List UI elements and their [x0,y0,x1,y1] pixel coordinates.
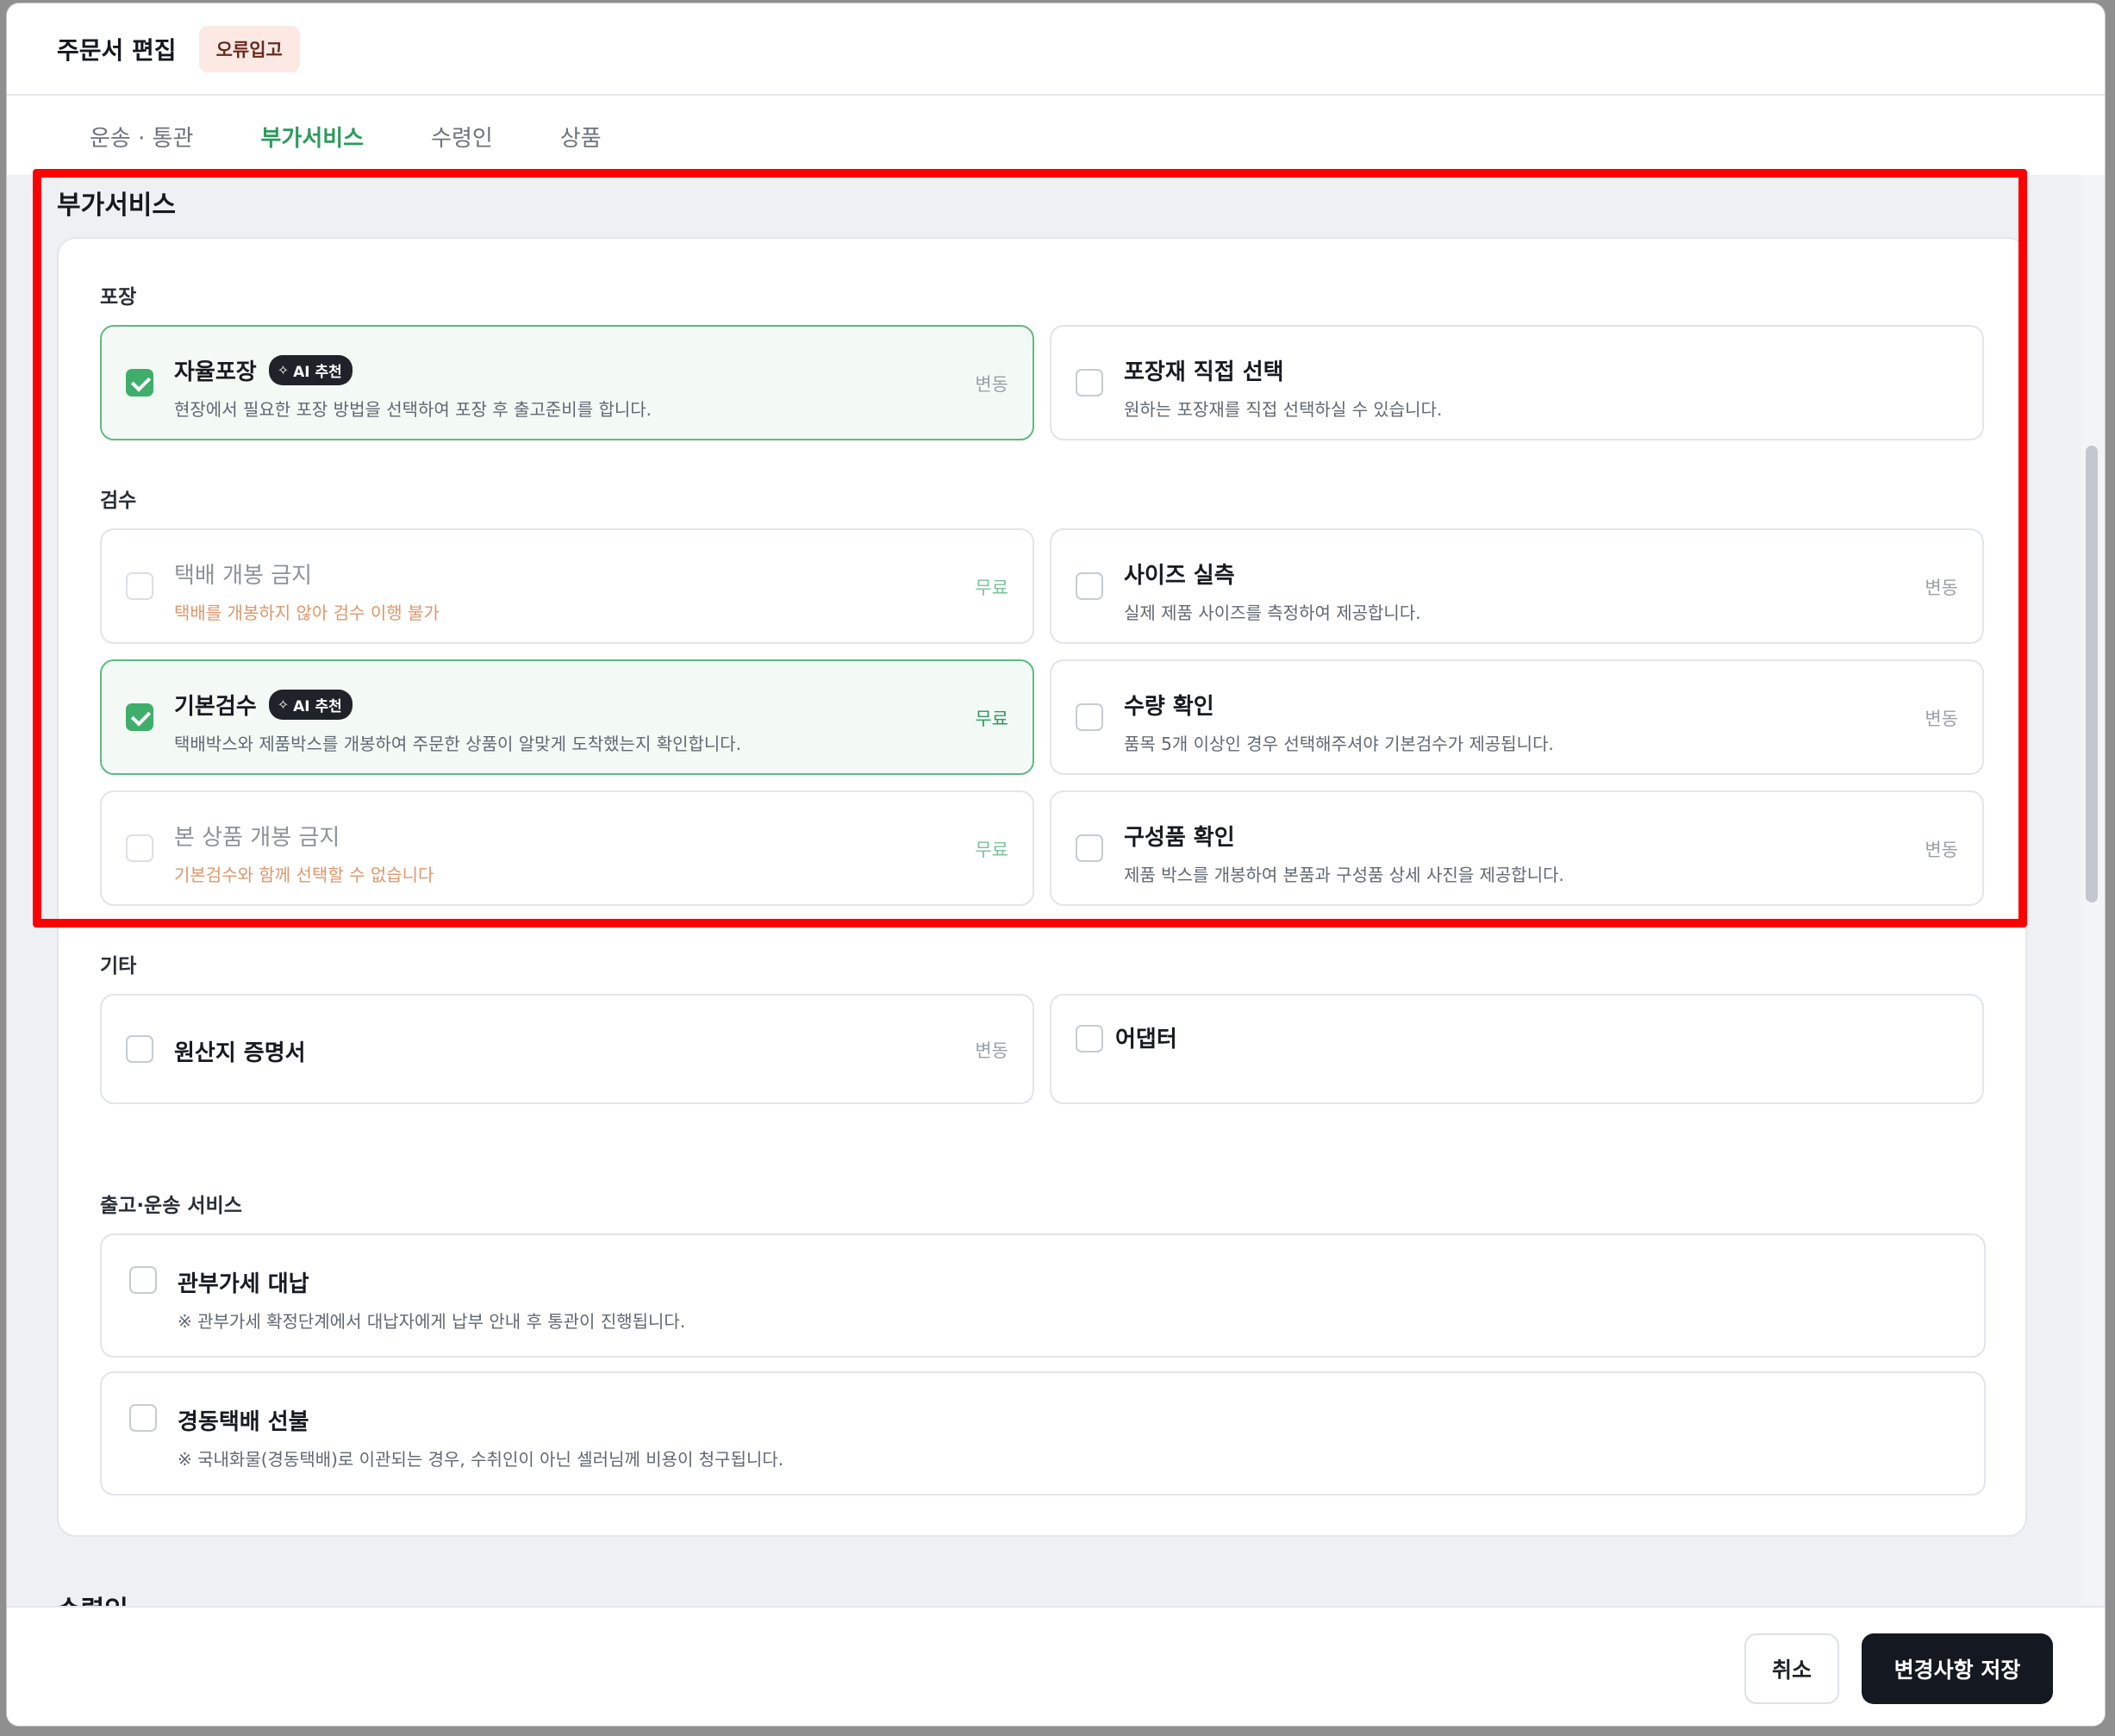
price-label: 변동 [1925,840,1958,860]
checkbox-checked[interactable] [126,369,153,397]
price-label: 변동 [975,1040,1008,1061]
option-no-product-opening[interactable]: 본 상품 개봉 금지 기본검수와 함께 선택할 수 없습니다 무료 [100,790,1034,906]
option-self-packing[interactable]: 자율포장 ✧ AI 추천 현장에서 필요한 포장 방법을 선택하여 포장 후 출고… [100,325,1034,440]
checkbox[interactable] [129,1266,157,1294]
option-desc: ※ 관부가세 확정단계에서 대납자에게 납부 안내 후 통관이 진행됩니다. [178,1311,686,1332]
option-title: 구성품 확인 [1124,825,1235,851]
checkbox[interactable] [1076,703,1103,731]
price-label: 변동 [975,374,1008,395]
option-title: 포장재 직접 선택 [1124,359,1284,385]
ai-recommend-badge: ✧ AI 추천 [268,690,352,720]
option-duty-prepayment[interactable]: 관부가세 대납 ※ 관부가세 확정단계에서 대납자에게 납부 안내 후 통관이 … [100,1233,1986,1358]
scroll-content[interactable]: 부가서비스 포장 자율포장 ✧ AI 추천 현장에서 필요한 포장 방법을 선택하… [7,175,2081,1606]
option-warning: 택배를 개봉하지 않아 검수 이행 불가 [174,603,440,623]
tab-recipient[interactable]: 수령인 [431,121,493,153]
option-title: 원산지 증명서 [174,1040,306,1066]
option-desc: ※ 국내화물(경동택배)로 이관되는 경우, 수취인이 아닌 셀러님께 비용이 … [178,1449,784,1470]
checkbox[interactable] [1076,1025,1103,1052]
price-label: 변동 [1925,709,1958,729]
option-title-text: 기본검수 [174,694,257,720]
checkbox[interactable] [126,1035,153,1063]
group-label-inspection: 검수 [100,490,137,512]
option-title: 어댑터 [1115,1027,1177,1052]
option-select-packing-material[interactable]: 포장재 직접 선택 원하는 포장재를 직접 선택하실 수 있습니다. [1050,325,1984,440]
option-desc: 품목 5개 이상인 경우 선택해주셔야 기본검수가 제공됩니다. [1124,734,1554,754]
option-desc: 원하는 포장재를 직접 선택하실 수 있습니다. [1124,399,1443,420]
ai-recommend-badge: ✧ AI 추천 [268,355,352,385]
checkbox[interactable] [1076,834,1103,862]
option-title: 수량 확인 [1124,694,1214,720]
checkbox[interactable] [126,834,153,862]
checkbox[interactable] [129,1404,157,1432]
group-label-other: 기타 [100,955,137,977]
scrollbar[interactable] [2081,175,2105,1606]
option-desc: 택배박스와 제품박스를 개봉하여 주문한 상품이 알맞게 도착했는지 확인합니다… [174,734,742,754]
checkbox[interactable] [1076,572,1103,600]
tab-bar: 운송 · 통관 부가서비스 수령인 상품 [7,97,2105,175]
cancel-button[interactable]: 취소 [1744,1633,1839,1704]
price-label: 무료 [975,709,1008,729]
option-kyungdong-prepaid[interactable]: 경동택배 선불 ※ 국내화물(경동택배)로 이관되는 경우, 수취인이 아닌 셀… [100,1371,1986,1496]
option-size-measure[interactable]: 사이즈 실측 실제 제품 사이즈를 측정하여 제공합니다. 변동 [1050,528,1984,644]
ai-badge-text: AI 추천 [293,698,342,715]
option-desc: 실제 제품 사이즈를 측정하여 제공합니다. [1124,603,1421,623]
modal-header: 주문서 편집 오류입고 [7,3,2105,96]
price-label: 변동 [1925,578,1958,598]
sparkle-icon: ✧ [277,362,290,378]
option-basic-inspection[interactable]: 기본검수 ✧ AI 추천 택배박스와 제품박스를 개봉하여 주문한 상품이 알맞게… [100,659,1034,775]
tab-additional-services[interactable]: 부가서비스 [260,121,364,153]
status-badge: 오류입고 [198,25,300,72]
save-changes-button[interactable]: 변경사항 저장 [1862,1633,2053,1704]
additional-services-card: 포장 자율포장 ✧ AI 추천 현장에서 필요한 포장 방법을 선택하여 포장 후… [57,237,2027,1537]
ai-badge-text: AI 추천 [293,364,342,381]
group-label-packing: 포장 [100,286,137,309]
price-label: 무료 [975,840,1008,860]
option-title: 택배 개봉 금지 [174,563,313,589]
option-component-check[interactable]: 구성품 확인 제품 박스를 개봉하여 본품과 구성품 상세 사진을 제공합니다.… [1050,790,1984,906]
option-quantity-check[interactable]: 수량 확인 품목 5개 이상인 경우 선택해주셔야 기본검수가 제공됩니다. 변… [1050,659,1984,775]
tab-shipping-customs[interactable]: 운송 · 통관 [90,121,193,153]
option-title: 관부가세 대납 [178,1271,309,1297]
checkbox[interactable] [1076,369,1103,397]
option-title: 경동택배 선불 [178,1409,309,1435]
modal-title: 주문서 편집 [57,35,177,65]
option-certificate-of-origin[interactable]: 원산지 증명서 변동 [100,994,1034,1104]
checkbox-checked[interactable] [126,703,153,731]
option-title: 본 상품 개봉 금지 [174,825,340,851]
order-edit-modal: 주문서 편집 오류입고 운송 · 통관 부가서비스 수령인 상품 부가서비스 포… [7,3,2105,1726]
option-desc: 현장에서 필요한 포장 방법을 선택하여 포장 후 출고준비를 합니다. [174,399,652,420]
option-warning: 기본검수와 함께 선택할 수 없습니다 [174,865,434,885]
price-label: 무료 [975,578,1008,598]
option-title: 자율포장 ✧ AI 추천 [174,354,352,386]
checkbox[interactable] [126,572,153,600]
option-desc: 제품 박스를 개봉하여 본품과 구성품 상세 사진을 제공합니다. [1124,865,1564,885]
option-title-text: 자율포장 [174,359,257,385]
option-no-parcel-opening[interactable]: 택배 개봉 금지 택배를 개봉하지 않아 검수 이행 불가 무료 [100,528,1034,644]
option-title: 사이즈 실측 [1124,563,1235,589]
sparkle-icon: ✧ [277,696,290,713]
next-section-title: 수령인 [57,1589,128,1606]
tab-products[interactable]: 상품 [560,121,602,153]
option-title: 기본검수 ✧ AI 추천 [174,689,352,721]
option-adapter[interactable]: 어댑터 [1050,994,1984,1104]
modal-footer: 취소 변경사항 저장 [7,1606,2105,1726]
group-label-shipping-services: 출고·운송 서비스 [100,1195,242,1217]
scrollbar-thumb[interactable] [2086,446,2098,902]
section-title: 부가서비스 [57,190,176,221]
